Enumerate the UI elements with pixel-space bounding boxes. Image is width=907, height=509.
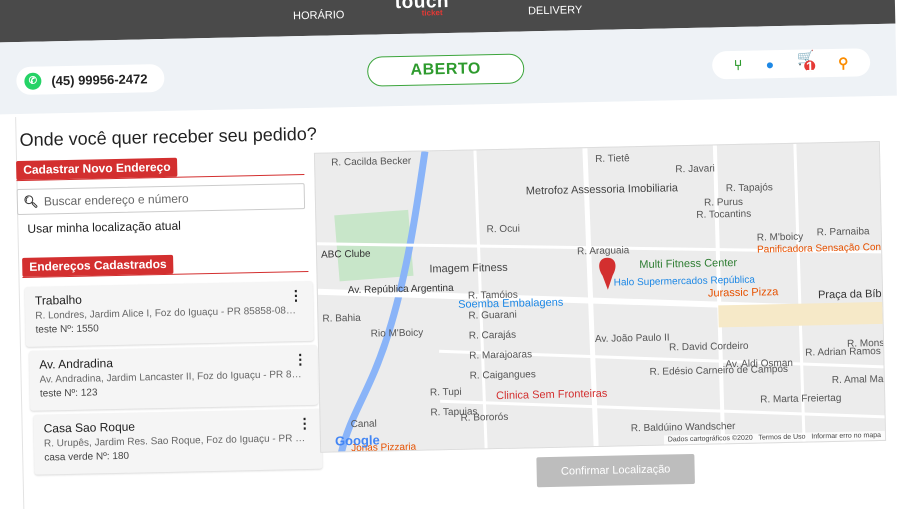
map-place-label: Imagem Fitness — [429, 261, 508, 276]
map-street-label: R. Guarani — [468, 309, 517, 322]
map-terms-link[interactable]: Termos de Uso — [758, 434, 805, 442]
map-street-label: Rio M'Boicy — [370, 327, 424, 340]
map-street-label: R. Tietê — [595, 153, 630, 165]
map-street-label: R. David Cordeiro — [668, 340, 749, 354]
logo[interactable]: touch ticket — [395, 0, 450, 18]
store-status-badge: ABERTO — [366, 53, 525, 87]
map-street-label: Av. João Paulo II — [594, 332, 670, 345]
address-title: Av. Andradina — [39, 356, 114, 372]
map-street-label: R. M'boicy — [756, 231, 804, 244]
cart-count-badge: 1 — [804, 57, 816, 75]
map-street-label: R. Tocantins — [696, 208, 752, 221]
phone-contact[interactable]: ✆ (45) 99956-2472 — [16, 63, 165, 96]
map-street-label: R. Purus — [703, 196, 744, 209]
phone-number: (45) 99956-2472 — [51, 70, 148, 88]
address-title: Trabalho — [34, 292, 83, 308]
header-icons: ⑂ ● 🛒 1 ⚲ — [711, 48, 871, 80]
saved-address-item[interactable]: Av. Andradina Av. Andradina, Jardim Lanc… — [29, 344, 319, 411]
google-logo: Google — [334, 432, 380, 449]
plaza-area — [718, 301, 885, 328]
page: HORÁRIO touch ticket DELIVERY ✆ (45) 999… — [0, 0, 907, 509]
confirm-location-button[interactable]: Confirmar Localização — [536, 453, 695, 488]
map-attribution: Dados cartográficos ©2020 — [667, 434, 753, 444]
address-search-input[interactable]: Buscar endereço e número — [44, 191, 189, 208]
map-street-label: R. Marta Freiertag — [760, 392, 842, 406]
cart-icon[interactable]: 🛒 1 — [797, 49, 816, 77]
menu-fork-knife-icon[interactable]: ⑂ — [734, 57, 743, 73]
map-place-label: Praça da Bíblia — [817, 287, 887, 302]
map-street-label: R. Javari — [675, 163, 715, 176]
map-place-label: Clinica Sem Fronteiras — [495, 387, 608, 403]
map-street-label: R. Bororós — [460, 411, 509, 424]
map-street-label: Av. Aldi Osman — [725, 357, 794, 371]
map-street-label: R. Tapajós — [725, 182, 773, 195]
nav-hours-link[interactable]: HORÁRIO — [293, 9, 345, 22]
more-options-icon[interactable]: ⋮ — [297, 415, 311, 431]
map-street-label: Canal — [350, 418, 377, 431]
map-street-label: R. Araguaia — [576, 245, 630, 258]
map-street-label: R. Monsenhor Guilherme — [846, 336, 887, 350]
address-reference: teste Nº: 1550 — [35, 323, 99, 336]
map-street-label: R. Amal Machado Nunes — [831, 373, 887, 387]
user-icon[interactable]: ● — [765, 56, 774, 72]
map-street-label: R. Tupi — [429, 386, 462, 399]
map-street-label: R. Parnaiba — [816, 226, 870, 239]
address-reference: casa verde Nº: 180 — [44, 450, 130, 464]
map-place-label: Jurassic Pizza — [707, 286, 779, 300]
map-street-label: R. Tamóios — [467, 289, 518, 302]
map-street-label: R. Ocui — [486, 223, 521, 236]
whatsapp-icon: ✆ — [24, 72, 42, 90]
map-report-link[interactable]: Informar erro no mapa — [811, 432, 881, 440]
search-icon: 🔍︎ — [23, 194, 39, 209]
search-icon[interactable]: ⚲ — [838, 54, 849, 71]
map-street-label: R. Baldúino Wandscher — [630, 421, 736, 435]
map-street-label: R. Caigangues — [469, 369, 536, 382]
map-street-label: R. Carajás — [468, 329, 517, 342]
map-street-label: R. Marajoaras — [469, 349, 533, 362]
location-map[interactable]: R. Cacilda Becker Metrofoz Assessoria Im… — [313, 140, 887, 453]
more-options-icon[interactable]: ⋮ — [293, 351, 307, 367]
saved-address-item[interactable]: Trabalho R. Londres, Jardim Alice I, Foz… — [24, 280, 314, 347]
address-title: Casa Sao Roque — [43, 419, 136, 436]
more-options-icon[interactable]: ⋮ — [289, 287, 303, 303]
map-place-label: ABC Clube — [320, 248, 371, 261]
map-street-label: R. Bahia — [322, 312, 361, 325]
saved-address-item[interactable]: Casa Sao Roque R. Urupês, Jardim Res. Sa… — [33, 408, 323, 475]
map-street-label: Av. República Argentina — [347, 282, 454, 297]
nav-delivery-link[interactable]: DELIVERY — [528, 4, 582, 17]
address-reference: teste Nº: 123 — [39, 387, 98, 400]
map-street-label: R. Cacilda Becker — [331, 155, 412, 169]
map-place-label: Multi Fitness Center — [639, 256, 738, 272]
